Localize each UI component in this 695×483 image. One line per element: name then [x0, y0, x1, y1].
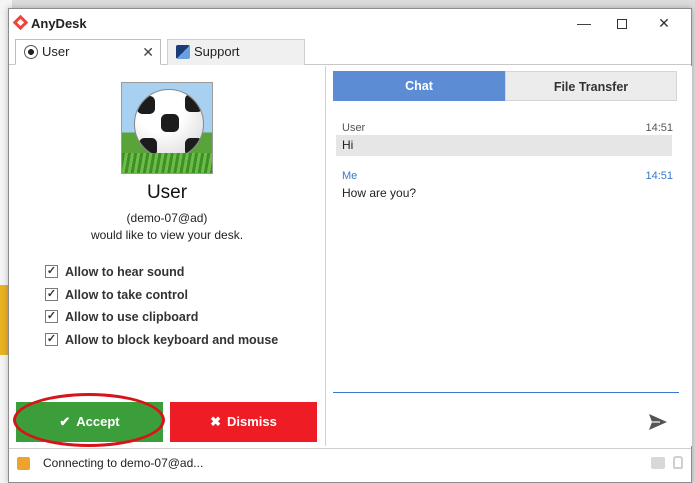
permission-label: Allow to block keyboard and mouse [65, 333, 279, 347]
lock-icon [673, 456, 683, 469]
soccer-ball-avatar-icon [134, 89, 204, 159]
permission-hear-sound[interactable]: ✓ Allow to hear sound [45, 264, 184, 282]
window-title: AnyDesk [31, 16, 87, 31]
checkbox-checked-icon[interactable]: ✓ [45, 288, 58, 301]
chat-tab-bar: Chat File Transfer [333, 71, 677, 101]
permission-label: Allow to take control [65, 288, 188, 302]
tab-file-transfer[interactable]: File Transfer [505, 71, 677, 101]
checkbox-checked-icon[interactable]: ✓ [45, 310, 58, 323]
permission-label: Allow to hear sound [65, 265, 185, 279]
close-tab-icon[interactable]: ✕ [142, 40, 154, 64]
checkbox-checked-icon[interactable]: ✓ [45, 333, 58, 346]
dismiss-button[interactable]: ✖ Dismiss [170, 402, 317, 442]
support-icon [176, 45, 190, 59]
chat-panel: Chat File Transfer User 14:51 Hi Me 14:5… [326, 66, 692, 446]
soccer-ball-icon [24, 45, 38, 59]
x-icon: ✖ [210, 414, 222, 429]
dismiss-label: Dismiss [227, 414, 277, 429]
maximize-icon [617, 19, 627, 30]
anydesk-logo-icon [12, 14, 29, 31]
tab-user-label: User [42, 44, 70, 59]
permission-label: Allow to use clipboard [65, 310, 199, 324]
message-text: How are you? [342, 186, 417, 200]
checkbox-checked-icon[interactable]: ✓ [45, 265, 58, 278]
avatar [121, 82, 213, 174]
message-sender: User [342, 122, 366, 134]
permission-take-control[interactable]: ✓ Allow to take control [45, 287, 188, 305]
caller-name: User [146, 182, 188, 203]
message-time: 14:51 [645, 170, 673, 182]
tab-user[interactable]: User ✕ [15, 39, 161, 65]
tab-support[interactable]: Support [167, 39, 305, 65]
minimize-button[interactable]: — [567, 9, 601, 37]
message-text: Hi [336, 135, 672, 156]
caller-panel: User (demo-07@ad) would like to view you… [9, 66, 325, 447]
chat-input-field[interactable] [333, 392, 679, 393]
check-icon: ✔ [59, 414, 71, 429]
send-icon[interactable] [648, 412, 668, 432]
grass-decoration [122, 153, 212, 173]
status-bar: Connecting to demo-07@ad... [9, 448, 691, 476]
permission-clipboard[interactable]: ✓ Allow to use clipboard [45, 309, 198, 327]
accept-label: Accept [76, 414, 120, 429]
tab-support-label: Support [194, 44, 240, 59]
status-text: Connecting to demo-07@ad... [43, 456, 204, 470]
message-sender: Me [342, 170, 358, 182]
accept-button[interactable]: ✔ Accept [16, 402, 163, 442]
session-tab-strip: User ✕ Support [9, 37, 691, 65]
connection-status-icon [17, 457, 30, 470]
tab-chat[interactable]: Chat [333, 71, 505, 101]
anydesk-window: AnyDesk — ✕ User ✕ Support User (demo-07… [8, 8, 692, 483]
display-icon [651, 457, 665, 469]
title-bar: AnyDesk — ✕ [9, 9, 691, 37]
maximize-button[interactable] [605, 9, 639, 37]
message-time: 14:51 [645, 122, 673, 134]
permission-block-input[interactable]: ✓ Allow to block keyboard and mouse [45, 332, 278, 350]
close-window-button[interactable]: ✕ [647, 9, 681, 37]
caller-id: (demo-07@ad) [126, 211, 208, 225]
caller-request-message: would like to view your desk. [90, 228, 244, 242]
